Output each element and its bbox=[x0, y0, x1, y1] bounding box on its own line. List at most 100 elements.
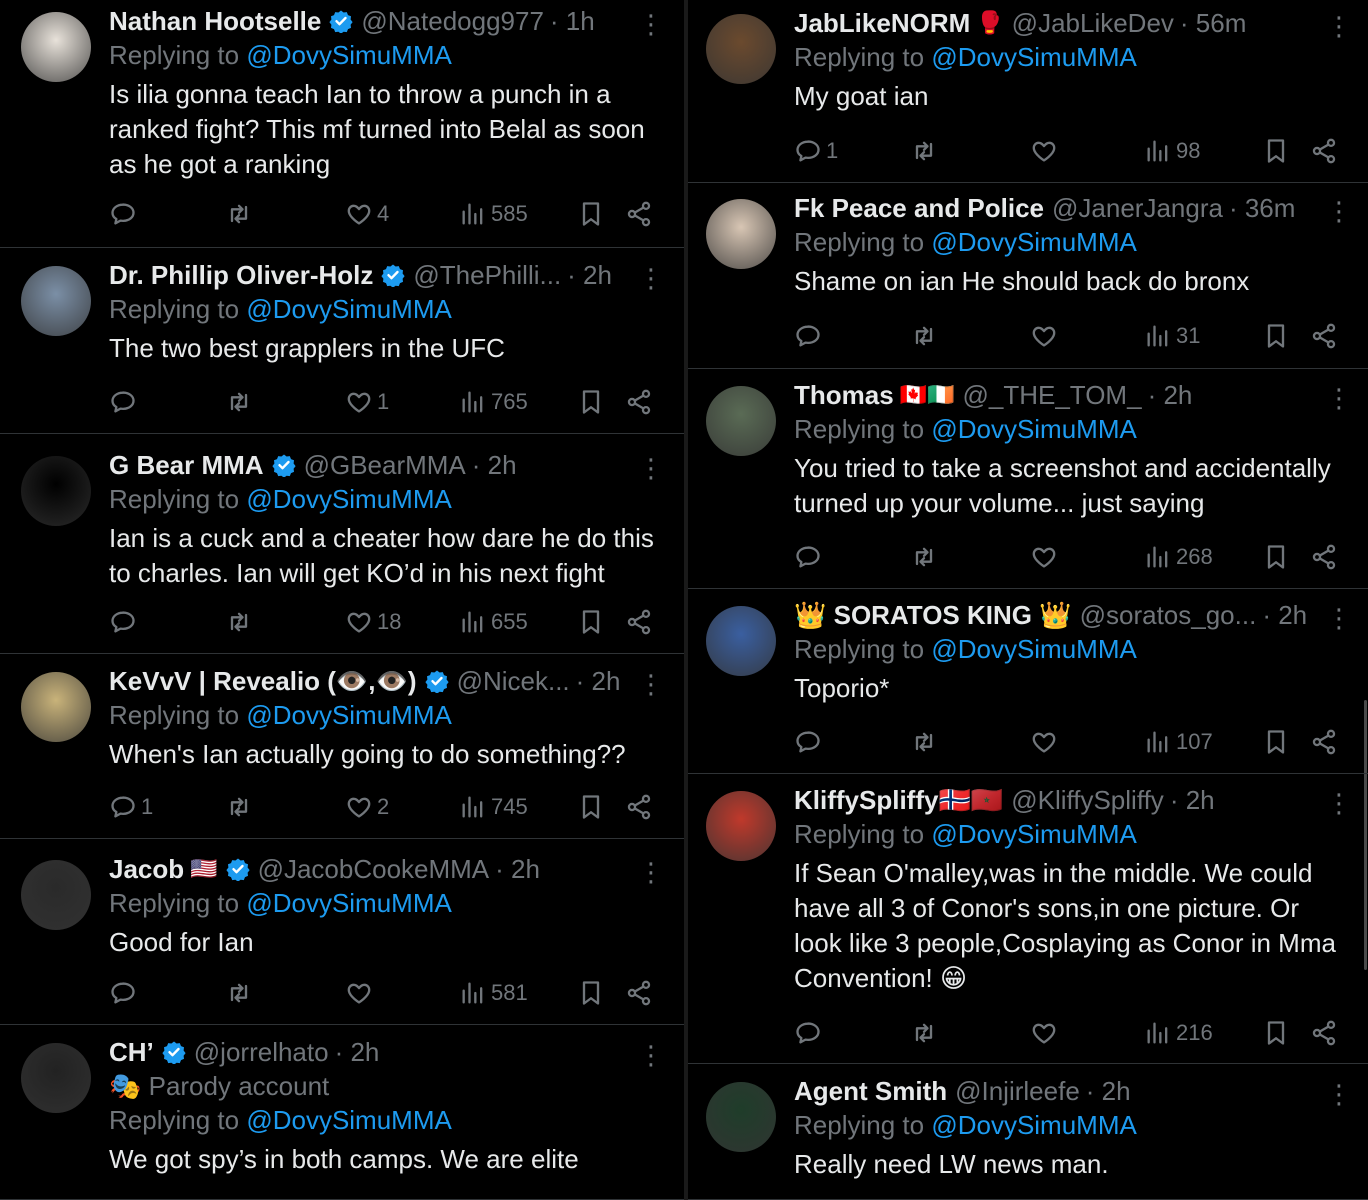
reply-tweet[interactable]: Dr. Phillip Oliver-Holz @ThePhilli... · 2h… bbox=[0, 248, 684, 434]
reply-button[interactable] bbox=[109, 606, 141, 638]
more-icon[interactable]: ⋮ bbox=[1326, 605, 1352, 631]
avatar[interactable] bbox=[706, 199, 776, 269]
views-button[interactable]: 31 bbox=[1144, 320, 1200, 352]
user-handle[interactable]: @Nicek... bbox=[457, 664, 570, 698]
bookmark-button[interactable] bbox=[1262, 135, 1290, 167]
display-name[interactable]: KliffySpliffy🇳🇴🇲🇦 bbox=[794, 783, 1003, 817]
timestamp[interactable]: · 2h bbox=[495, 852, 540, 886]
share-button[interactable] bbox=[625, 198, 653, 230]
reply-tweet[interactable]: KliffySpliffy🇳🇴🇲🇦 @KliffySpliffy · 2h Reply… bbox=[688, 774, 1368, 1064]
bookmark-button[interactable] bbox=[577, 386, 605, 418]
views-button[interactable]: 216 bbox=[1144, 1017, 1213, 1049]
avatar[interactable] bbox=[21, 266, 91, 336]
reply-tweet[interactable]: Fk Peace and Police @JanerJangra · 36m Repl… bbox=[688, 183, 1368, 369]
like-button[interactable] bbox=[1030, 726, 1062, 758]
share-button[interactable] bbox=[1310, 320, 1338, 352]
reply-button[interactable] bbox=[794, 320, 826, 352]
views-button[interactable]: 107 bbox=[1144, 726, 1213, 758]
share-button[interactable] bbox=[625, 386, 653, 418]
replying-to-link[interactable]: @DovySimuMMA bbox=[246, 40, 452, 70]
reply-tweet[interactable]: KeVvV | Revealio (👁️,👁️) @Nicek... · 2h Rep… bbox=[0, 654, 684, 839]
user-handle[interactable]: @jorrelhato bbox=[194, 1035, 329, 1069]
avatar[interactable] bbox=[706, 791, 776, 861]
reply-tweet[interactable]: Thomas 🇨🇦🇮🇪 @_THE_TOM_ · 2h Replying to @Dov… bbox=[688, 369, 1368, 589]
timestamp[interactable]: · 56m bbox=[1180, 6, 1246, 40]
more-icon[interactable]: ⋮ bbox=[1326, 1081, 1352, 1107]
retweet-button[interactable] bbox=[910, 726, 942, 758]
more-icon[interactable]: ⋮ bbox=[638, 859, 664, 885]
user-handle[interactable]: @JacobCookeMMA bbox=[258, 852, 490, 886]
user-handle[interactable]: @soratos_go... bbox=[1080, 598, 1257, 632]
more-icon[interactable]: ⋮ bbox=[1326, 790, 1352, 816]
more-icon[interactable]: ⋮ bbox=[638, 1042, 664, 1068]
retweet-button[interactable] bbox=[910, 1017, 942, 1049]
display-name[interactable]: G Bear MMA bbox=[109, 448, 264, 482]
timestamp[interactable]: · 1h bbox=[550, 4, 595, 38]
display-name[interactable]: Jacob bbox=[109, 852, 184, 886]
retweet-button[interactable] bbox=[910, 320, 942, 352]
replying-to-link[interactable]: @DovySimuMMA bbox=[246, 1105, 452, 1135]
display-name[interactable]: 👑 SORATOS KING 👑 bbox=[794, 598, 1072, 632]
retweet-button[interactable] bbox=[225, 198, 257, 230]
timestamp[interactable]: · 2h bbox=[576, 664, 621, 698]
display-name[interactable]: Agent Smith bbox=[794, 1074, 947, 1108]
reply-tweet[interactable]: Jacob 🇺🇸 @JacobCookeMMA · 2h Replying to @Do… bbox=[0, 839, 684, 1025]
display-name[interactable]: Thomas bbox=[794, 378, 894, 412]
share-button[interactable] bbox=[1310, 541, 1338, 573]
user-handle[interactable]: @ThePhilli... bbox=[413, 258, 561, 292]
timestamp[interactable]: · 2h bbox=[1170, 783, 1215, 817]
like-button[interactable] bbox=[1030, 320, 1062, 352]
replying-to-link[interactable]: @DovySimuMMA bbox=[931, 819, 1137, 849]
reply-button[interactable] bbox=[794, 726, 826, 758]
user-handle[interactable]: @JabLikeDev bbox=[1012, 6, 1174, 40]
bookmark-button[interactable] bbox=[1262, 1017, 1290, 1049]
display-name[interactable]: JabLikeNORM bbox=[794, 6, 970, 40]
avatar[interactable] bbox=[21, 860, 91, 930]
retweet-button[interactable] bbox=[910, 541, 942, 573]
timestamp[interactable]: · 2h bbox=[1262, 598, 1307, 632]
retweet-button[interactable] bbox=[225, 606, 257, 638]
bookmark-button[interactable] bbox=[1262, 541, 1290, 573]
bookmark-button[interactable] bbox=[577, 791, 605, 823]
user-handle[interactable]: @JanerJangra bbox=[1052, 191, 1223, 225]
like-button[interactable] bbox=[1030, 541, 1062, 573]
bookmark-button[interactable] bbox=[1262, 320, 1290, 352]
replying-to-link[interactable]: @DovySimuMMA bbox=[246, 700, 452, 730]
share-button[interactable] bbox=[625, 606, 653, 638]
display-name[interactable]: Fk Peace and Police bbox=[794, 191, 1044, 225]
reply-button[interactable]: 1 bbox=[109, 791, 153, 823]
replying-to-link[interactable]: @DovySimuMMA bbox=[931, 227, 1137, 257]
more-icon[interactable]: ⋮ bbox=[638, 265, 664, 291]
avatar[interactable] bbox=[706, 1082, 776, 1152]
bookmark-button[interactable] bbox=[577, 606, 605, 638]
like-button[interactable]: 18 bbox=[345, 606, 401, 638]
like-button[interactable]: 4 bbox=[345, 198, 389, 230]
retweet-button[interactable] bbox=[225, 791, 257, 823]
reply-button[interactable] bbox=[794, 541, 826, 573]
timestamp[interactable]: · 36m bbox=[1229, 191, 1295, 225]
reply-tweet[interactable]: Agent Smith @Injirleefe · 2h Replying to @D… bbox=[688, 1064, 1368, 1200]
more-icon[interactable]: ⋮ bbox=[638, 671, 664, 697]
replying-to-link[interactable]: @DovySimuMMA bbox=[246, 294, 452, 324]
retweet-button[interactable] bbox=[225, 977, 257, 1009]
share-button[interactable] bbox=[625, 791, 653, 823]
user-handle[interactable]: @KliffySpliffy bbox=[1011, 783, 1164, 817]
reply-tweet[interactable]: CH’ @jorrelhato · 2h 🎭 Parody account Replyi… bbox=[0, 1025, 684, 1200]
replying-to-link[interactable]: @DovySimuMMA bbox=[931, 634, 1137, 664]
like-button[interactable]: 2 bbox=[345, 791, 389, 823]
reply-button[interactable] bbox=[794, 1017, 826, 1049]
avatar[interactable] bbox=[706, 386, 776, 456]
replying-to-link[interactable]: @DovySimuMMA bbox=[931, 42, 1137, 72]
avatar[interactable] bbox=[21, 12, 91, 82]
reply-tweet[interactable]: JabLikeNORM 🥊 @JabLikeDev · 56m Replying to … bbox=[688, 0, 1368, 183]
replying-to-link[interactable]: @DovySimuMMA bbox=[931, 1110, 1137, 1140]
bookmark-button[interactable] bbox=[577, 977, 605, 1009]
reply-button[interactable] bbox=[109, 977, 141, 1009]
views-button[interactable]: 581 bbox=[459, 977, 528, 1009]
display-name[interactable]: Dr. Phillip Oliver-Holz bbox=[109, 258, 373, 292]
views-button[interactable]: 268 bbox=[1144, 541, 1213, 573]
avatar[interactable] bbox=[21, 1043, 91, 1113]
avatar[interactable] bbox=[21, 456, 91, 526]
display-name[interactable]: CH’ bbox=[109, 1035, 154, 1069]
views-button[interactable]: 745 bbox=[459, 791, 528, 823]
